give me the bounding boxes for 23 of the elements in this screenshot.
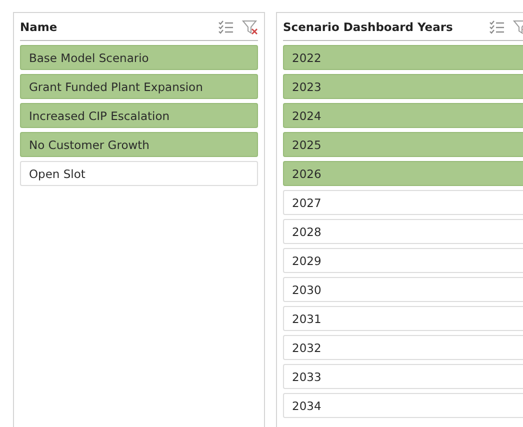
slicer-item[interactable]: 2026 xyxy=(283,161,523,186)
slicer-item[interactable]: No Customer Growth xyxy=(20,132,258,157)
slicer-item[interactable]: Open Slot xyxy=(20,161,258,186)
slicer-item[interactable]: 2028 xyxy=(283,219,523,244)
slicer-item[interactable]: Base Model Scenario xyxy=(20,45,258,70)
slicer-title: Scenario Dashboard Years xyxy=(283,20,454,34)
slicer-item[interactable]: 2033 xyxy=(283,364,523,389)
slicer-item[interactable]: Increased CIP Escalation xyxy=(20,103,258,128)
slicer-item[interactable]: Grant Funded Plant Expansion xyxy=(20,74,258,99)
slicer-item[interactable]: 2027 xyxy=(283,190,523,215)
clear-filter-icon[interactable] xyxy=(242,18,258,34)
multi-select-icon[interactable] xyxy=(218,18,234,34)
slicer-title: Name xyxy=(20,20,58,34)
slicer-item[interactable]: 2024 xyxy=(283,103,523,128)
multi-select-icon[interactable] xyxy=(489,18,505,34)
slicer-item[interactable]: 2023 xyxy=(283,74,523,99)
slicer-item[interactable]: 2022 xyxy=(283,45,523,70)
slicer-item[interactable]: 2030 xyxy=(283,277,523,302)
slicer-item[interactable]: 2031 xyxy=(283,306,523,331)
slicer-item[interactable]: 2029 xyxy=(283,248,523,273)
slicer-item[interactable]: 2034 xyxy=(283,393,523,418)
slicer-item[interactable]: 2025 xyxy=(283,132,523,157)
slicer-item[interactable]: 2032 xyxy=(283,335,523,360)
